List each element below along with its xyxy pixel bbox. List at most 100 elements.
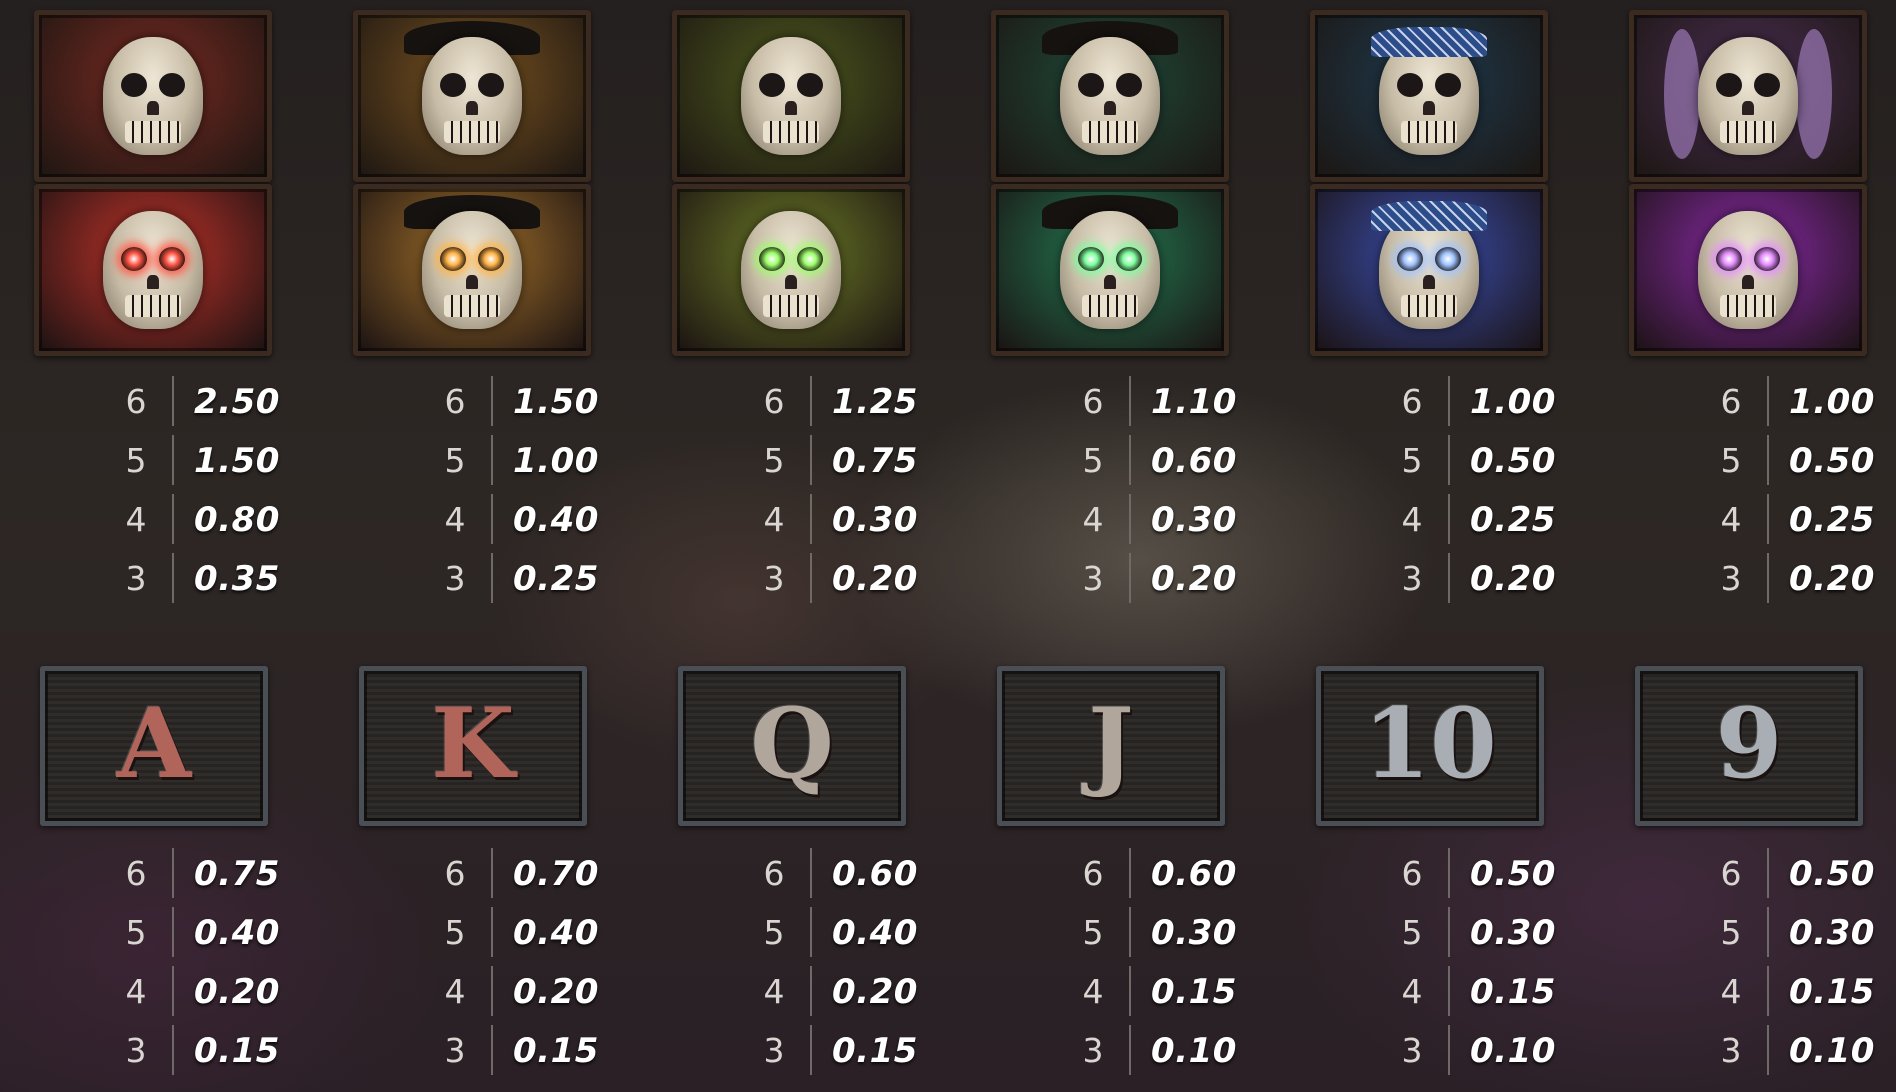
card-glyph: A [116, 687, 192, 800]
symbol-count: 3 [444, 559, 466, 598]
pay-line: 3 0.15 [708, 1021, 918, 1080]
pay-value: 0.70 [513, 854, 599, 894]
paytable: 6 0.75 5 0.40 4 0.20 3 0.15 [70, 844, 280, 1080]
paytable: 6 0.50 5 0.30 4 0.15 3 0.10 [1346, 844, 1556, 1080]
symbol-count: 4 [125, 500, 147, 539]
pay-line: 3 0.20 [1346, 549, 1556, 608]
pay-line: 5 0.40 [70, 903, 280, 962]
skull-icon [741, 37, 841, 155]
symbol-count: 4 [1401, 972, 1423, 1011]
pay-line: 4 0.20 [70, 962, 280, 1021]
red-haired-skeleton-icon [34, 10, 272, 182]
symbol-count: 6 [1401, 854, 1423, 893]
divider [491, 435, 493, 485]
symbol-column-1: 6 2.50 5 1.50 4 0.80 3 0.35 [0, 0, 300, 603]
pay-value: 1.50 [513, 382, 599, 422]
pay-line: 5 1.50 [70, 431, 280, 490]
pay-line: 4 0.80 [70, 490, 280, 549]
pay-value: 0.50 [1789, 441, 1875, 481]
symbol-count: 6 [444, 854, 466, 893]
pay-line: 3 0.10 [1665, 1021, 1875, 1080]
pay-line: 4 0.15 [1027, 962, 1237, 1021]
symbol-count: 6 [125, 382, 147, 421]
pay-value: 1.00 [1470, 382, 1556, 422]
paytable: 6 0.70 5 0.40 4 0.20 3 0.15 [389, 844, 599, 1080]
divider [1767, 907, 1769, 957]
pay-line: 4 0.25 [1665, 490, 1875, 549]
symbol-count: 6 [1401, 382, 1423, 421]
symbol-count: 5 [1401, 913, 1423, 952]
divider [172, 966, 174, 1016]
pay-line: 5 1.00 [389, 431, 599, 490]
divider [1129, 907, 1131, 957]
skull-icon [103, 37, 203, 155]
card-column-6: 9 6 0.50 5 0.30 4 0.15 3 0.10 [1595, 660, 1895, 1092]
divider [810, 553, 812, 603]
pay-value: 0.20 [1789, 559, 1875, 599]
pay-value: 2.50 [194, 382, 280, 422]
divider [810, 376, 812, 426]
pay-value: 0.15 [513, 1031, 599, 1071]
divider [172, 848, 174, 898]
card-a-icon: A [40, 666, 268, 826]
skull-glowing-icon [1060, 211, 1160, 329]
symbol-count: 4 [1401, 500, 1423, 539]
pay-value: 0.40 [513, 500, 599, 540]
card-k-icon: K [359, 666, 587, 826]
divider [172, 376, 174, 426]
divider [1448, 553, 1450, 603]
pay-value: 0.25 [1789, 500, 1875, 540]
pay-value: 1.00 [513, 441, 599, 481]
symbol-count: 4 [763, 500, 785, 539]
pay-value: 0.30 [1789, 913, 1875, 953]
eyepatch-skeleton-glowing-icon [1629, 184, 1867, 356]
pay-value: 0.15 [194, 1031, 280, 1071]
pay-value: 0.50 [1470, 441, 1556, 481]
card-symbols-row: A 6 0.75 5 0.40 4 0.20 3 0.15 K 6 0.70 5 0.40 4 0.20… [0, 660, 1896, 1092]
pay-line: 5 0.60 [1027, 431, 1237, 490]
symbol-count: 4 [444, 500, 466, 539]
card-column-3: Q 6 0.60 5 0.40 4 0.20 3 0.15 [638, 660, 938, 1092]
pay-line: 4 0.25 [1346, 490, 1556, 549]
pay-value: 0.35 [194, 559, 280, 599]
divider [172, 907, 174, 957]
pay-line: 5 0.30 [1027, 903, 1237, 962]
divider [1767, 435, 1769, 485]
pay-value: 0.60 [1151, 441, 1237, 481]
pay-value: 0.15 [1470, 972, 1556, 1012]
pay-value: 0.60 [1151, 854, 1237, 894]
pay-line: 5 0.30 [1346, 903, 1556, 962]
divider [172, 494, 174, 544]
card-glyph: Q [750, 687, 834, 800]
pay-value: 0.50 [1789, 854, 1875, 894]
pay-line: 6 1.00 [1346, 372, 1556, 431]
skull-glowing-icon [1698, 211, 1798, 329]
pay-line: 3 0.20 [1027, 549, 1237, 608]
pay-value: 0.20 [1151, 559, 1237, 599]
paytable: 6 1.10 5 0.60 4 0.30 3 0.20 [1027, 372, 1237, 608]
pay-line: 4 0.20 [389, 962, 599, 1021]
pay-value: 0.25 [513, 559, 599, 599]
pay-value: 0.20 [1470, 559, 1556, 599]
divider [1767, 966, 1769, 1016]
pay-line: 3 0.25 [389, 549, 599, 608]
pay-value: 1.00 [1789, 382, 1875, 422]
hat-zombie-icon [353, 10, 591, 182]
pay-line: 6 0.50 [1346, 844, 1556, 903]
card-glyph: 9 [1715, 687, 1783, 800]
pay-value: 0.40 [513, 913, 599, 953]
hat-skeleton-glowing-eyes-icon [353, 184, 591, 356]
symbol-count: 3 [125, 559, 147, 598]
pay-line: 6 0.60 [708, 844, 918, 903]
symbol-count: 3 [1082, 559, 1104, 598]
pay-value: 0.30 [1470, 913, 1556, 953]
symbol-count: 3 [125, 1031, 147, 1070]
symbol-count: 6 [1082, 854, 1104, 893]
paytable: 6 1.00 5 0.50 4 0.25 3 0.20 [1665, 372, 1875, 608]
divider [1448, 494, 1450, 544]
divider [1767, 494, 1769, 544]
symbol-count: 5 [444, 441, 466, 480]
symbol-count: 5 [763, 441, 785, 480]
pay-value: 0.30 [1151, 500, 1237, 540]
card-glyph: 10 [1363, 687, 1497, 800]
